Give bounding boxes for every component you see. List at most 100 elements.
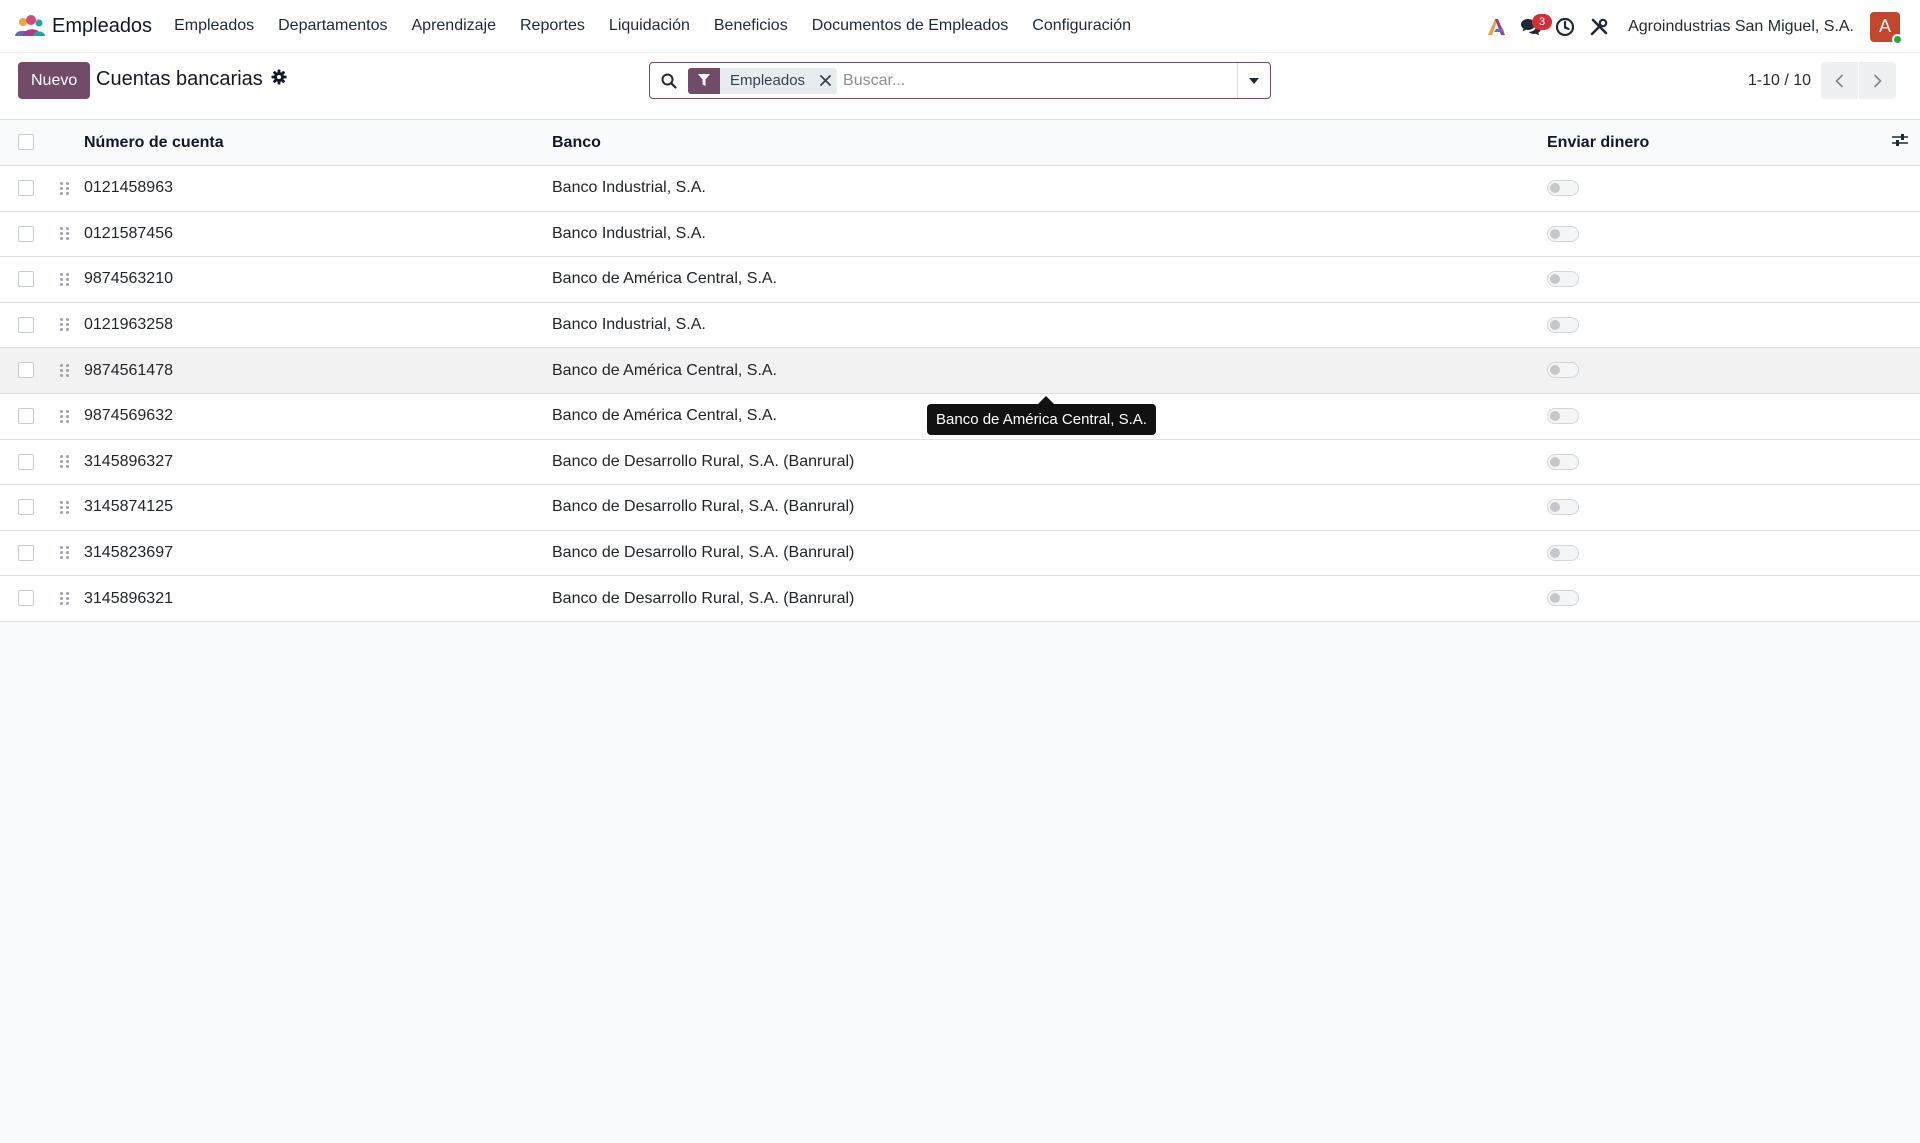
table-row[interactable]: 3145896321 Banco de Desarrollo Rural, S.… [0, 575, 1920, 622]
row-checkbox[interactable] [18, 362, 34, 379]
cell-bank[interactable]: Banco Industrial, S.A. [552, 302, 1547, 349]
column-header-send-money[interactable]: Enviar dinero [1547, 119, 1892, 166]
gear-icon[interactable] [271, 68, 287, 91]
cell-bank[interactable]: Banco de América Central, S.A. [552, 347, 1547, 394]
send-money-toggle[interactable] [1547, 180, 1579, 197]
cell-account-number[interactable]: 9874569632 [84, 393, 552, 440]
cell-account-number[interactable]: 9874563210 [84, 256, 552, 303]
search-options-toggle[interactable] [1237, 63, 1270, 98]
pager-next-button[interactable] [1859, 62, 1896, 99]
app-logo-icon[interactable] [14, 14, 46, 38]
cell-bank[interactable]: Banco Industrial, S.A. [552, 165, 1547, 212]
row-checkbox[interactable] [18, 499, 34, 516]
drag-handle-icon[interactable] [60, 227, 69, 241]
cell-bank[interactable]: Banco de Desarrollo Rural, S.A. (Banrura… [552, 530, 1547, 577]
cell-bank[interactable]: Banco de Desarrollo Rural, S.A. (Banrura… [552, 439, 1547, 486]
company-switcher[interactable]: Agroindustrias San Miguel, S.A. [1628, 18, 1854, 36]
table-row[interactable]: 3145874125 Banco de Desarrollo Rural, S.… [0, 484, 1920, 531]
row-handle-cell [52, 347, 84, 394]
cell-account-number[interactable]: 3145896321 [84, 575, 552, 622]
cell-bank[interactable]: Banco de Desarrollo Rural, S.A. (Banrura… [552, 575, 1547, 622]
send-money-toggle[interactable] [1547, 316, 1579, 333]
cell-account-number[interactable]: 9874561478 [84, 347, 552, 394]
cell-account-number[interactable]: 0121458963 [84, 165, 552, 212]
cell-bank[interactable]: Banco de América Central, S.A. [552, 256, 1547, 303]
row-checkbox[interactable] [18, 544, 34, 561]
breadcrumb: Cuentas bancarias [96, 68, 287, 91]
table-row[interactable]: 3145823697 Banco de Desarrollo Rural, S.… [0, 530, 1920, 577]
pager-value[interactable]: 1-10 / 10 [1748, 72, 1811, 90]
drag-handle-icon[interactable] [60, 500, 69, 514]
menu-item-documentos[interactable]: Documentos de Empleados [800, 17, 1021, 35]
ai-logo-icon[interactable] [1480, 10, 1514, 44]
filter-icon [688, 67, 720, 94]
user-avatar[interactable]: A [1870, 11, 1903, 45]
row-handle-cell [52, 165, 84, 212]
select-all-checkbox[interactable] [18, 134, 34, 151]
menu-item-liquidacion[interactable]: Liquidación [597, 17, 702, 35]
send-money-toggle[interactable] [1547, 271, 1579, 288]
drag-handle-icon[interactable] [60, 181, 69, 195]
facet-remove-icon[interactable] [813, 68, 837, 94]
menu-item-configuracion[interactable]: Configuración [1020, 17, 1143, 35]
table-row[interactable]: 9874561478 Banco de América Central, S.A… [0, 347, 1920, 394]
send-money-toggle[interactable] [1547, 499, 1579, 516]
row-checkbox[interactable] [18, 225, 34, 242]
cell-account-number[interactable]: 0121963258 [84, 302, 552, 349]
row-handle-cell [52, 393, 84, 440]
drag-handle-icon[interactable] [60, 591, 69, 605]
drag-handle-icon[interactable] [60, 546, 69, 560]
control-panel: Nuevo Cuentas bancarias Empleados Buscar… [0, 53, 1920, 119]
cell-account-number[interactable]: 3145874125 [84, 484, 552, 531]
send-money-toggle[interactable] [1547, 225, 1579, 242]
messages-icon[interactable]: 3 [1514, 10, 1553, 44]
menu-item-empleados[interactable]: Empleados [162, 17, 266, 35]
send-money-toggle[interactable] [1547, 408, 1579, 425]
cell-send-money [1547, 302, 1892, 349]
clock-icon[interactable] [1548, 10, 1582, 44]
tools-icon[interactable] [1582, 10, 1616, 44]
drag-handle-icon[interactable] [60, 363, 69, 377]
row-checkbox[interactable] [18, 271, 34, 288]
sliders-icon[interactable] [1892, 134, 1908, 151]
send-money-toggle[interactable] [1547, 544, 1579, 561]
cell-account-number[interactable]: 3145896327 [84, 439, 552, 486]
search-input[interactable] [837, 63, 1237, 98]
menu-item-departamentos[interactable]: Departamentos [266, 17, 399, 35]
row-checkbox[interactable] [18, 180, 34, 197]
drag-handle-icon[interactable] [60, 409, 69, 423]
send-money-toggle[interactable] [1547, 362, 1579, 379]
cell-bank[interactable]: Banco Industrial, S.A. [552, 211, 1547, 258]
row-checkbox[interactable] [18, 408, 34, 425]
search-icon[interactable] [650, 73, 688, 89]
row-checkbox[interactable] [18, 453, 34, 470]
cell-send-money [1547, 393, 1892, 440]
row-checkbox[interactable] [18, 316, 34, 333]
table-row[interactable]: 0121587456 Banco Industrial, S.A. [0, 211, 1920, 258]
menu-item-aprendizaje[interactable]: Aprendizaje [400, 17, 509, 35]
cell-bank[interactable]: Banco de Desarrollo Rural, S.A. (Banrura… [552, 484, 1547, 531]
drag-handle-icon[interactable] [60, 455, 69, 469]
pager-previous-button[interactable] [1821, 62, 1858, 99]
row-checkbox[interactable] [18, 590, 34, 607]
cell-account-number[interactable]: 3145823697 [84, 530, 552, 577]
send-money-toggle[interactable] [1547, 453, 1579, 470]
page-title: Cuentas bancarias [96, 68, 263, 90]
drag-handle-icon[interactable] [60, 272, 69, 286]
column-header-account[interactable]: Número de cuenta [84, 119, 552, 166]
menu-item-beneficios[interactable]: Beneficios [702, 17, 800, 35]
table-row[interactable]: 0121963258 Banco Industrial, S.A. [0, 302, 1920, 349]
table-row[interactable]: 9874563210 Banco de América Central, S.A… [0, 256, 1920, 303]
column-header-bank[interactable]: Banco [552, 119, 1547, 166]
avatar-initial: A [1878, 16, 1891, 36]
row-spacer-cell [1892, 530, 1920, 577]
send-money-toggle[interactable] [1547, 590, 1579, 607]
row-spacer-cell [1892, 256, 1920, 303]
cell-account-number[interactable]: 0121587456 [84, 211, 552, 258]
app-name[interactable]: Empleados [52, 15, 152, 38]
table-row[interactable]: 0121458963 Banco Industrial, S.A. [0, 165, 1920, 212]
menu-item-reportes[interactable]: Reportes [508, 17, 597, 35]
table-row[interactable]: 3145896327 Banco de Desarrollo Rural, S.… [0, 439, 1920, 486]
drag-handle-icon[interactable] [60, 318, 69, 332]
new-button[interactable]: Nuevo [18, 62, 91, 99]
